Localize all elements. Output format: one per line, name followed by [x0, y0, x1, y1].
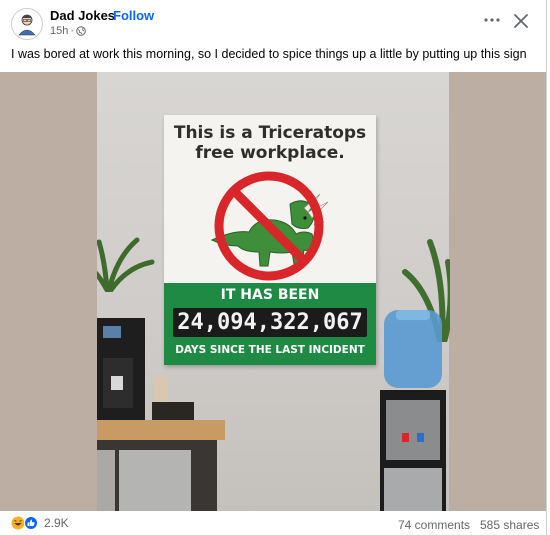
reaction-count: 2.9K [44, 516, 69, 530]
band-top-text: IT HAS BEEN [220, 287, 320, 303]
post-meta: 15h · [50, 25, 86, 37]
page-name-link[interactable]: Dad Jokes [50, 8, 115, 23]
name-separator: · [107, 8, 112, 23]
sign-title: This is a Triceratops free workplace. [164, 123, 376, 163]
water-cooler-illustration [380, 310, 446, 511]
band-bottom-text: DAYS SINCE THE LAST INCIDENT [175, 344, 365, 356]
sign-title-line2: free workplace. [195, 143, 345, 163]
more-horizontal-icon [484, 18, 500, 22]
shares-count-link[interactable]: 585 shares [480, 518, 539, 532]
post-image[interactable]: This is a Triceratops free workplace. IT… [0, 72, 546, 511]
day-counter: 24,094,322,067 [173, 308, 367, 337]
comments-count-link[interactable]: 74 comments [398, 518, 470, 532]
more-options-button[interactable] [480, 10, 504, 30]
haha-icon [11, 516, 25, 530]
plant-left-illustration [97, 237, 155, 292]
post-card: Dad Jokes · Follow 15h · I was bored at … [0, 0, 547, 535]
sign-title-line1: This is a Triceratops [173, 123, 367, 143]
close-icon [514, 14, 528, 28]
no-triceratops-icon [210, 171, 329, 281]
triceratops-sign: This is a Triceratops free workplace. IT… [164, 115, 376, 365]
follow-button[interactable]: Follow [113, 8, 154, 23]
post-time[interactable]: 15h [50, 25, 68, 37]
post-caption: I was bored at work this morning, so I d… [11, 47, 527, 61]
globe-icon [76, 26, 86, 36]
page-avatar[interactable] [11, 8, 43, 40]
post-footer: 2.9K 74 comments 585 shares [0, 511, 546, 535]
post-header: Dad Jokes · Follow 15h · [0, 0, 546, 42]
meta-separator: · [70, 25, 75, 37]
like-icon [24, 516, 38, 530]
close-button[interactable] [510, 10, 532, 32]
avatar-dad-icon [12, 9, 42, 39]
reaction-summary[interactable]: 2.9K [11, 516, 69, 530]
counter-cabinet-illustration [97, 420, 225, 511]
sign-counter-band: IT HAS BEEN 24,094,322,067 DAYS SINCE TH… [164, 283, 376, 365]
reaction-icons [11, 516, 38, 530]
